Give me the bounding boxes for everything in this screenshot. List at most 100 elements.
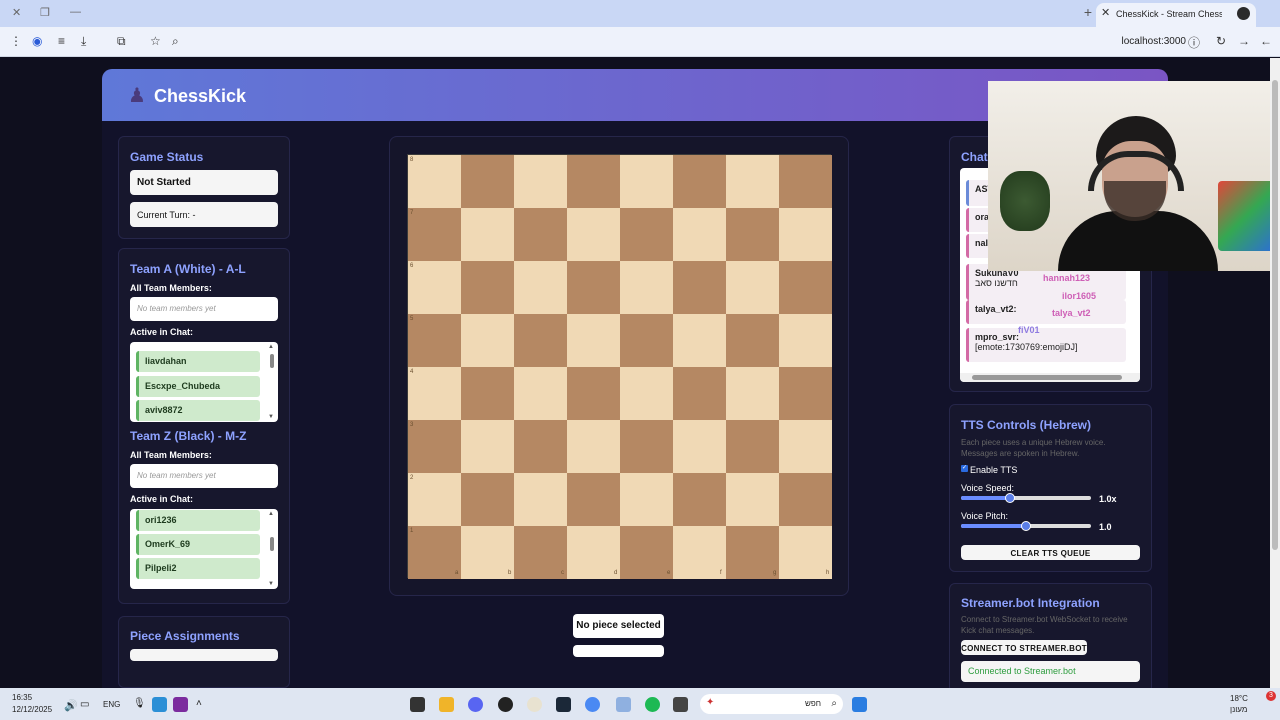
board-square[interactable] xyxy=(567,526,620,579)
taskbar-search[interactable]: ✦ חפש ⌕ xyxy=(700,694,843,714)
board-square[interactable] xyxy=(673,473,726,526)
microphone-icon[interactable]: 🎙 xyxy=(133,698,146,709)
bookmark-star-icon[interactable]: ☆ xyxy=(150,34,161,48)
steam-icon[interactable] xyxy=(556,697,571,712)
board-square[interactable] xyxy=(726,155,779,208)
browser-tab[interactable]: ✕ ChessKick - Stream Chess Game xyxy=(1096,3,1256,27)
board-square[interactable] xyxy=(726,261,779,314)
back-icon[interactable]: → xyxy=(1238,34,1250,48)
board-square[interactable] xyxy=(779,261,832,314)
board-square[interactable] xyxy=(461,526,514,579)
board-square[interactable] xyxy=(726,314,779,367)
app-icon[interactable] xyxy=(673,697,688,712)
board-square[interactable] xyxy=(461,261,514,314)
board-square[interactable] xyxy=(514,473,567,526)
board-square[interactable] xyxy=(620,208,673,261)
volume-icon[interactable]: 🔊 xyxy=(64,699,78,712)
board-square[interactable] xyxy=(726,473,779,526)
board-square[interactable] xyxy=(514,420,567,473)
restore-window-icon[interactable]: ❐ xyxy=(40,6,50,19)
team-a-active-list[interactable]: liavdahan Escxpe_Chubeda aviv8872 ▲ ▼ xyxy=(130,342,278,422)
spotify-icon[interactable] xyxy=(645,697,660,712)
board-square[interactable] xyxy=(408,208,461,261)
team-z-active-list[interactable]: ori1236 OmerK_69 Pilpeli2 ▲ ▼ xyxy=(130,509,278,589)
board-square[interactable] xyxy=(514,208,567,261)
board-square[interactable] xyxy=(408,526,461,579)
start-icon[interactable] xyxy=(852,697,867,712)
board-square[interactable] xyxy=(408,420,461,473)
board-square[interactable] xyxy=(673,526,726,579)
team-a-list-scrollbar[interactable]: ▲ ▼ xyxy=(268,344,276,420)
board-square[interactable] xyxy=(779,155,832,208)
clear-tts-queue-button[interactable]: CLEAR TTS QUEUE xyxy=(961,545,1140,560)
board-square[interactable] xyxy=(461,155,514,208)
board-square[interactable] xyxy=(408,261,461,314)
board-square[interactable] xyxy=(514,261,567,314)
board-square[interactable] xyxy=(673,420,726,473)
board-square[interactable] xyxy=(779,208,832,261)
board-square[interactable] xyxy=(461,420,514,473)
board-square[interactable] xyxy=(514,526,567,579)
network-icon[interactable]: ▭ xyxy=(80,699,89,710)
board-square[interactable] xyxy=(461,367,514,420)
board-square[interactable] xyxy=(620,261,673,314)
language-indicator[interactable]: ENG xyxy=(103,700,120,709)
board-square[interactable] xyxy=(514,314,567,367)
page-scrollbar[interactable] xyxy=(1270,58,1280,688)
media-player-icon[interactable] xyxy=(498,697,513,712)
board-square[interactable] xyxy=(567,155,620,208)
profile-icon[interactable]: ◉ xyxy=(32,34,42,48)
board-square[interactable] xyxy=(408,367,461,420)
minimize-window-icon[interactable]: — xyxy=(70,6,81,18)
clock-date[interactable]: 12/12/2025 xyxy=(12,705,52,714)
board-square[interactable] xyxy=(673,367,726,420)
board-square[interactable] xyxy=(726,526,779,579)
board-square[interactable] xyxy=(726,367,779,420)
board-square[interactable] xyxy=(779,420,832,473)
board-square[interactable] xyxy=(673,155,726,208)
board-square[interactable] xyxy=(461,208,514,261)
board-square[interactable] xyxy=(514,367,567,420)
board-square[interactable] xyxy=(673,208,726,261)
board-square[interactable] xyxy=(726,420,779,473)
board-square[interactable] xyxy=(567,473,620,526)
reload-icon[interactable]: ↻ xyxy=(1216,34,1226,48)
extensions-icon[interactable]: ⧉ xyxy=(117,34,126,49)
board-square[interactable] xyxy=(567,261,620,314)
board-square[interactable] xyxy=(620,420,673,473)
app-icon[interactable] xyxy=(616,697,631,712)
chevron-up-icon[interactable]: ˄ xyxy=(196,698,202,709)
url-text[interactable]: localhost:3000 xyxy=(1122,36,1187,47)
enable-tts-checkbox[interactable]: ✓ xyxy=(961,465,968,472)
site-info-icon[interactable]: ⓘ xyxy=(1188,34,1200,51)
chess-board[interactable]: 8 7 6 5 4 3 2 1 a b c d e f g h xyxy=(407,154,832,579)
board-square[interactable] xyxy=(408,314,461,367)
onenote-icon[interactable] xyxy=(173,697,188,712)
board-square[interactable] xyxy=(567,420,620,473)
new-tab-icon[interactable]: + xyxy=(1084,4,1092,20)
board-square[interactable] xyxy=(726,208,779,261)
board-square[interactable] xyxy=(620,473,673,526)
board-square[interactable] xyxy=(567,367,620,420)
connect-streamerbot-button[interactable]: CONNECT TO STREAMER.BOT xyxy=(961,640,1087,655)
tray-app-icon[interactable] xyxy=(152,697,167,712)
app-icon[interactable] xyxy=(527,697,542,712)
board-square[interactable] xyxy=(620,367,673,420)
close-tab-icon[interactable]: ✕ xyxy=(1101,6,1110,19)
board-square[interactable] xyxy=(567,314,620,367)
team-z-list-scrollbar[interactable]: ▲ ▼ xyxy=(268,511,276,587)
board-square[interactable] xyxy=(673,314,726,367)
close-window-icon[interactable]: ✕ xyxy=(12,6,21,19)
weather-temp[interactable]: 18°C xyxy=(1230,694,1248,703)
board-square[interactable] xyxy=(408,155,461,208)
board-square[interactable] xyxy=(779,473,832,526)
voice-speed-slider[interactable] xyxy=(961,493,1091,503)
forward-icon[interactable]: ← xyxy=(1260,34,1272,48)
board-square[interactable] xyxy=(514,155,567,208)
notification-badge[interactable]: 3 xyxy=(1266,691,1276,701)
board-square[interactable] xyxy=(461,473,514,526)
search-icon[interactable]: ⌕ xyxy=(172,34,179,49)
chat-horizontal-scrollbar[interactable] xyxy=(960,373,1140,382)
board-square[interactable] xyxy=(673,261,726,314)
board-square[interactable] xyxy=(779,314,832,367)
